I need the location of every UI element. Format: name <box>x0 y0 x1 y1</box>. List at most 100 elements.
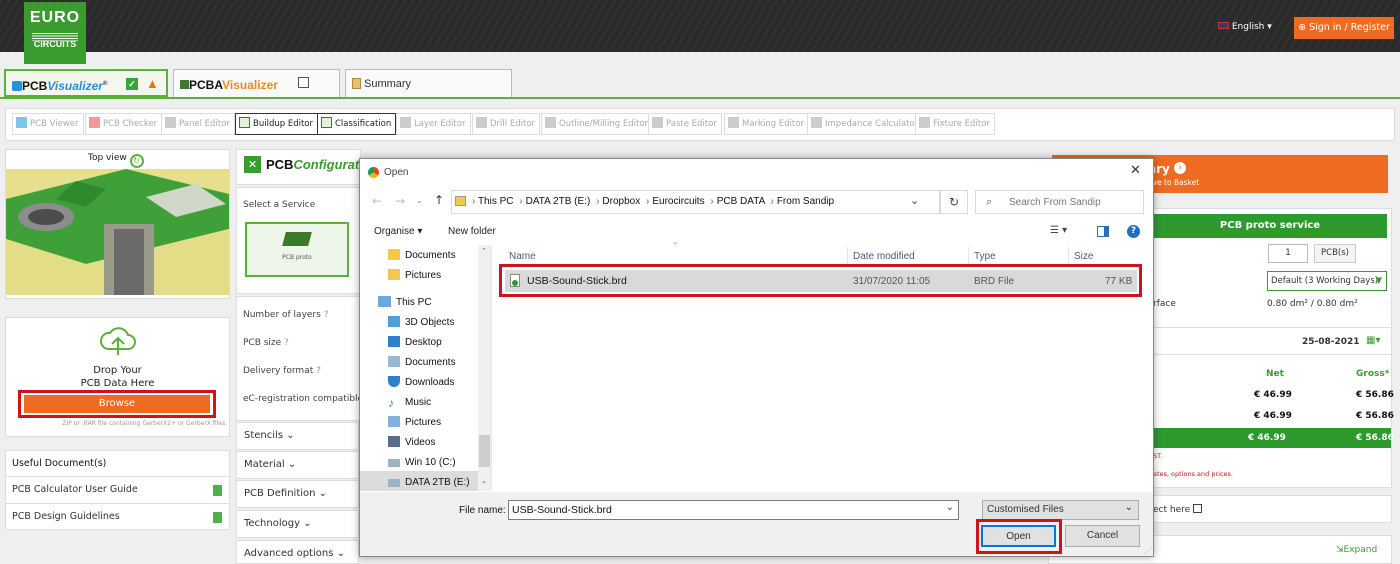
drill-editor-button[interactable]: Drill Editor <box>472 113 540 135</box>
panel-editor-button[interactable]: Panel Editor <box>161 113 235 135</box>
doc-link-calculator-guide[interactable]: PCB Calculator User Guide <box>12 484 138 495</box>
help-icon[interactable]: ? <box>316 366 321 376</box>
nav-item-videos[interactable]: Videos <box>388 433 435 453</box>
layer-editor-button[interactable]: Layer Editor <box>396 113 471 135</box>
help-icon[interactable]: ? <box>1127 225 1140 238</box>
file-name-input[interactable]: USB-Sound-Stick.brd ⌄ <box>508 500 959 520</box>
open-button[interactable]: Open <box>981 525 1056 547</box>
preview-pane-icon[interactable] <box>1097 226 1109 237</box>
scroll-thumb[interactable] <box>479 435 490 467</box>
pcb-visualizer-icon <box>12 81 22 91</box>
service-option-pcb-proto[interactable]: PCB proto <box>245 222 349 277</box>
impedance-calculator-button[interactable]: Impedance Calculator <box>807 113 924 135</box>
breadcrumb-eurocircuits[interactable]: Eurocircuits <box>652 196 704 207</box>
quantity-input[interactable]: 1 <box>1268 244 1308 263</box>
pcb-checker-button[interactable]: PCB Checker <box>85 113 163 135</box>
pcb-viewer-button[interactable]: PCB Viewer <box>12 113 84 135</box>
tab-pcba-visualizer[interactable]: PCBAVisualizer <box>173 69 340 97</box>
section-advanced-options[interactable]: Advanced options ⌄ <box>236 540 359 564</box>
impedance-icon <box>811 117 822 128</box>
sign-in-button[interactable]: ⊕ Sign in / Register <box>1294 17 1394 39</box>
select-here-checkbox[interactable] <box>1193 504 1203 513</box>
folder-icon <box>388 249 400 260</box>
resize-grip-icon[interactable]: ⋰ <box>1144 546 1152 555</box>
close-icon[interactable]: ✕ <box>1130 163 1141 178</box>
quantity-unit: PCB(s) <box>1314 244 1356 263</box>
nav-item-this-pc[interactable]: This PC <box>378 293 432 313</box>
search-box[interactable]: ⌕ Search From Sandip <box>975 190 1144 214</box>
nav-item-downloads[interactable]: Downloads <box>388 373 454 393</box>
rotate-icon[interactable]: ↻ <box>129 154 144 168</box>
section-technology[interactable]: Technology ⌄ <box>236 510 359 538</box>
cancel-button[interactable]: Cancel <box>1065 525 1140 547</box>
scroll-up-icon[interactable]: ⌃ <box>481 247 487 255</box>
expand-button[interactable]: ⇲Expand <box>1336 545 1377 555</box>
tab-summary[interactable]: Summary <box>345 69 512 97</box>
scroll-down-icon[interactable]: ⌄ <box>481 477 487 485</box>
breadcrumb-this-pc[interactable]: This PC <box>478 196 514 207</box>
paste-editor-button[interactable]: Paste Editor <box>648 113 722 135</box>
divider <box>5 503 230 504</box>
refresh-icon[interactable]: ↻ <box>940 190 968 214</box>
nav-scrollbar[interactable]: ⌃ ⌄ <box>478 245 491 491</box>
net-header: Net <box>1266 369 1284 379</box>
column-name[interactable]: Name <box>509 251 536 262</box>
download-icon[interactable] <box>213 485 222 496</box>
nav-item-3d-objects[interactable]: 3D Objects <box>388 313 454 333</box>
nav-item-pictures[interactable]: Pictures <box>388 266 441 286</box>
tab-label-a: PCBA <box>189 78 223 92</box>
nav-item-documents-pc[interactable]: Documents <box>388 353 456 373</box>
column-divider[interactable] <box>968 247 969 265</box>
tab-pcb-visualizer[interactable]: PCBVisualizer® ✓ ▲ <box>4 69 168 97</box>
address-bar[interactable]: › This PC › DATA 2TB (E:) › Dropbox › Euroc… <box>451 190 940 214</box>
up-arrow-icon[interactable]: ↑ <box>434 193 444 207</box>
outline-milling-editor-button[interactable]: Outline/Milling Editor <box>541 113 654 135</box>
delivery-select[interactable]: Default (3 Working Days) ▼ <box>1267 271 1387 291</box>
view-options-icon[interactable]: ☰ ▾ <box>1050 225 1067 236</box>
column-date-modified[interactable]: Date modified <box>853 251 915 262</box>
organise-menu[interactable]: Organise ▾ <box>374 226 422 237</box>
breadcrumb-pcb-data[interactable]: PCB DATA <box>717 196 765 207</box>
chevron-down-icon[interactable]: ⌄ <box>946 502 954 513</box>
nav-item-pictures-pc[interactable]: Pictures <box>388 413 441 433</box>
language-selector[interactable]: English ▾ <box>1218 22 1272 32</box>
doc-link-design-guidelines[interactable]: PCB Design Guidelines <box>12 511 120 522</box>
column-divider[interactable] <box>1068 247 1069 265</box>
column-type[interactable]: Type <box>974 251 996 262</box>
forward-arrow-icon[interactable]: → <box>395 194 405 208</box>
marking-editor-button[interactable]: Marking Editor <box>724 113 809 135</box>
recent-dropdown-icon[interactable]: ⌄ <box>416 196 423 205</box>
tab-checkbox[interactable] <box>298 77 309 88</box>
help-icon[interactable]: ? <box>324 310 329 320</box>
back-arrow-icon[interactable]: ← <box>372 194 382 208</box>
file-type-filter[interactable]: Customised Files ⌄ <box>982 500 1139 520</box>
new-folder-button[interactable]: New folder <box>448 226 496 237</box>
buildup-editor-button[interactable]: Buildup Editor <box>235 113 318 135</box>
caret-down-icon: ▾ <box>417 226 423 237</box>
surface-label: rface <box>1153 299 1176 309</box>
section-material[interactable]: Material ⌄ <box>236 451 359 479</box>
fixture-editor-button[interactable]: Fixture Editor <box>915 113 995 135</box>
pcb-3d-preview <box>6 169 229 295</box>
nav-item-documents[interactable]: Documents <box>388 246 456 266</box>
section-stencils[interactable]: Stencils ⌄ <box>236 422 359 450</box>
cloud-upload-icon <box>98 323 138 360</box>
nav-item-music[interactable]: ♪ Music <box>388 393 431 413</box>
nav-item-desktop[interactable]: Desktop <box>388 333 442 353</box>
browse-button[interactable]: Browse <box>24 395 210 413</box>
chevron-down-icon[interactable]: ⌄ <box>910 194 919 207</box>
section-pcb-definition[interactable]: PCB Definition ⌄ <box>236 480 359 508</box>
calendar-icon[interactable]: ▦▾ <box>1366 335 1380 346</box>
download-icon[interactable] <box>213 512 222 523</box>
classification-button[interactable]: Classification <box>317 113 397 135</box>
eurocircuits-logo[interactable]: EURO CIRCUITS <box>24 2 86 64</box>
breadcrumb-drive[interactable]: DATA 2TB (E:) <box>526 196 591 207</box>
price-net: € 46.99 <box>1254 390 1292 400</box>
column-size[interactable]: Size <box>1074 251 1093 262</box>
nav-item-drive-c[interactable]: Win 10 (C:) <box>388 453 456 473</box>
breadcrumb-from-sandip[interactable]: From Sandip <box>777 196 834 207</box>
help-icon[interactable]: ? <box>284 338 289 348</box>
breadcrumb-dropbox[interactable]: Dropbox <box>602 196 640 207</box>
nav-item-drive-e[interactable]: DATA 2TB (E:) <box>388 473 470 493</box>
column-divider[interactable] <box>847 247 848 265</box>
